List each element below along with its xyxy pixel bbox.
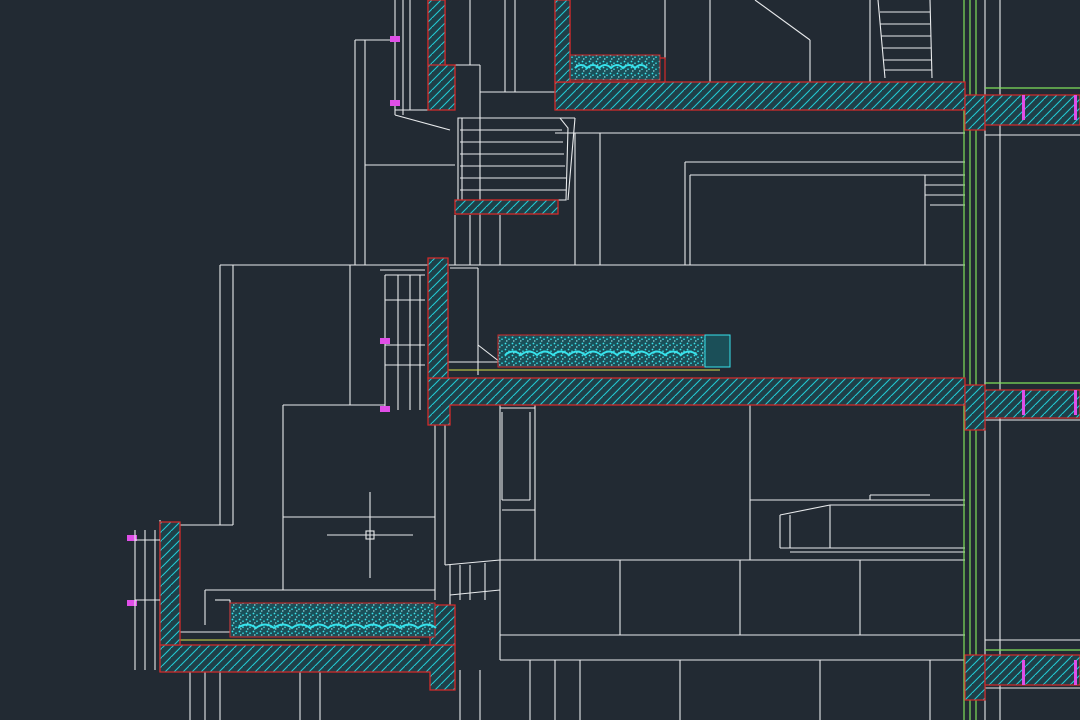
lower-left-window-frame — [134, 530, 160, 670]
cad-drawing-canvas[interactable] — [0, 0, 1080, 720]
crosshair-cursor-icon — [327, 492, 413, 578]
